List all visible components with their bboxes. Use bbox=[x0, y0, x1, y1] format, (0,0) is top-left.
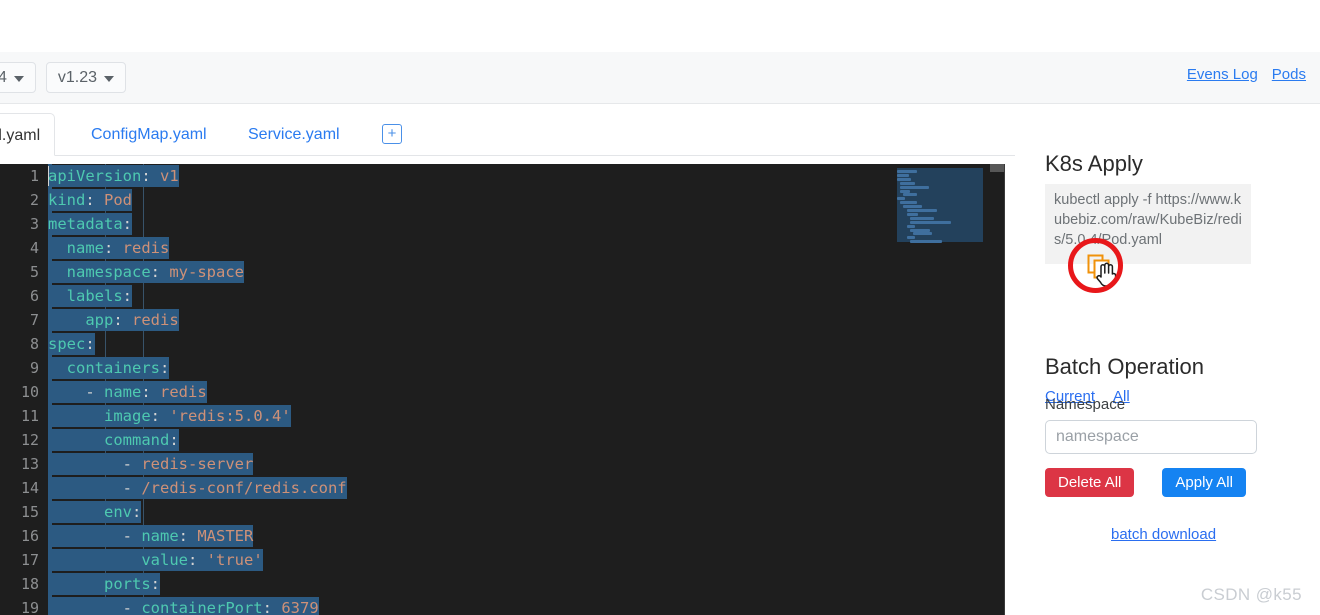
code-line[interactable]: - name: MASTER bbox=[48, 524, 1005, 548]
code-line[interactable]: namespace: my-space bbox=[48, 260, 1005, 284]
scrollbar-thumb[interactable] bbox=[990, 164, 1004, 172]
watermark: CSDN @k55 bbox=[1200, 585, 1302, 604]
minimap-row bbox=[909, 228, 931, 232]
chevron-down-icon bbox=[13, 75, 24, 82]
minimap-row bbox=[900, 189, 911, 193]
line-number: 3 bbox=[29, 215, 39, 233]
editor-vertical-scrollbar[interactable] bbox=[983, 164, 1005, 615]
minimap-row bbox=[909, 220, 951, 224]
code-line[interactable]: spec: bbox=[48, 332, 1005, 356]
line-number: 9 bbox=[29, 359, 39, 377]
minimap-row bbox=[913, 232, 932, 236]
k8s-apply-title: K8s Apply bbox=[1045, 151, 1143, 176]
minimap-row bbox=[903, 205, 923, 209]
line-number: 14 bbox=[20, 479, 39, 497]
k8s-version-dropdown-label: v1.23 bbox=[57, 69, 98, 86]
batch-button-row: Delete All Apply All bbox=[1045, 468, 1246, 497]
browser-blank-area bbox=[0, 0, 1320, 52]
toolbar-links: Evens Log Pods bbox=[1187, 66, 1306, 83]
tab-configmap-yaml-label: ConfigMap.yaml bbox=[91, 126, 207, 143]
line-number: 19 bbox=[20, 599, 39, 615]
code-line[interactable]: ports: bbox=[48, 572, 1005, 596]
editor-minimap[interactable] bbox=[885, 164, 983, 615]
delete-all-button[interactable]: Delete All bbox=[1045, 468, 1135, 497]
code-line[interactable]: name: redis bbox=[48, 236, 1005, 260]
code-line[interactable]: - /redis-conf/redis.conf bbox=[48, 476, 1005, 500]
minimap-row bbox=[906, 224, 915, 228]
editor-line-numbers: 1 2 3 4 5 6 7 8 9 10 11 12 13 14 15 16 17 18 19 bbox=[0, 164, 48, 615]
line-number: 18 bbox=[20, 575, 39, 593]
tab-configmap-yaml[interactable]: ConfigMap.yaml bbox=[77, 113, 221, 156]
app-root: 4 v1.23 Evens Log Pods d.yaml ConfigMap.… bbox=[0, 0, 1320, 615]
minimap-row bbox=[903, 193, 917, 197]
add-tab-button[interactable]: + bbox=[382, 124, 402, 144]
minimap-row bbox=[906, 236, 916, 240]
line-number: 15 bbox=[20, 503, 39, 521]
yaml-code-editor[interactable]: 1 2 3 4 5 6 7 8 9 10 11 12 13 14 15 16 17 18 19 apiVersion… bbox=[0, 164, 1005, 615]
code-line[interactable]: command: bbox=[48, 428, 1005, 452]
code-line[interactable]: - redis-server bbox=[48, 452, 1005, 476]
batch-download-link[interactable]: batch download bbox=[1111, 526, 1216, 543]
minimap-row bbox=[900, 201, 918, 205]
editor-code-content[interactable]: apiVersion: v1 kind: Pod metadata: name: r… bbox=[48, 164, 1005, 615]
tab-service-yaml[interactable]: Service.yaml bbox=[234, 113, 354, 156]
line-number: 12 bbox=[20, 431, 39, 449]
code-line[interactable]: - containerPort: 6379 bbox=[48, 596, 1005, 615]
namespace-label: Namespace bbox=[1045, 396, 1126, 413]
line-number: 17 bbox=[20, 551, 39, 569]
chevron-down-icon bbox=[104, 75, 115, 82]
editor-right-edge bbox=[1004, 164, 1005, 615]
annotation-red-circle bbox=[1068, 238, 1123, 293]
minimap-row bbox=[897, 197, 905, 201]
line-number: 2 bbox=[29, 191, 39, 209]
minimap-row bbox=[900, 181, 916, 185]
plus-icon: + bbox=[387, 125, 397, 142]
pods-link[interactable]: Pods bbox=[1272, 66, 1306, 83]
version-minor-dropdown-label: 4 bbox=[0, 69, 7, 86]
line-number: 6 bbox=[29, 287, 39, 305]
code-line[interactable]: image: 'redis:5.0.4' bbox=[48, 404, 1005, 428]
code-line[interactable]: - name: redis bbox=[48, 380, 1005, 404]
line-number: 1 bbox=[29, 167, 39, 185]
events-log-link[interactable]: Evens Log bbox=[1187, 66, 1258, 83]
code-line[interactable]: value: 'true' bbox=[48, 548, 1005, 572]
toolbar: 4 v1.23 Evens Log Pods bbox=[0, 52, 1320, 104]
line-number: 7 bbox=[29, 311, 39, 329]
minimap-row bbox=[906, 209, 938, 212]
line-number: 11 bbox=[20, 407, 39, 425]
code-line[interactable]: metadata: bbox=[48, 212, 1005, 236]
side-panel: K8s Apply kubectl apply -f https://www.k… bbox=[1016, 104, 1320, 615]
line-number: 5 bbox=[29, 263, 39, 281]
code-line[interactable]: env: bbox=[48, 500, 1005, 524]
toolbar-dropdown-group: 4 v1.23 bbox=[0, 62, 127, 93]
line-number: 4 bbox=[29, 239, 39, 257]
tab-service-yaml-label: Service.yaml bbox=[248, 126, 340, 143]
minimap-row bbox=[909, 216, 934, 220]
version-minor-dropdown[interactable]: 4 bbox=[0, 62, 36, 93]
minimap-row bbox=[906, 212, 919, 216]
code-line[interactable]: app: redis bbox=[48, 308, 1005, 332]
k8s-version-dropdown[interactable]: v1.23 bbox=[45, 62, 127, 93]
line-number: 10 bbox=[20, 383, 39, 401]
minimap-row bbox=[897, 177, 911, 181]
code-line[interactable]: apiVersion: v1 bbox=[48, 164, 1005, 188]
line-number: 8 bbox=[29, 335, 39, 353]
minimap-row bbox=[900, 185, 930, 189]
code-line[interactable]: labels: bbox=[48, 284, 1005, 308]
tab-pod-yaml[interactable]: d.yaml bbox=[0, 113, 56, 156]
code-line[interactable]: containers: bbox=[48, 356, 1005, 380]
namespace-input[interactable] bbox=[1045, 420, 1257, 454]
tab-pod-yaml-label: d.yaml bbox=[0, 127, 41, 144]
line-number: 16 bbox=[20, 527, 39, 545]
minimap-row bbox=[909, 240, 943, 244]
minimap-row bbox=[897, 173, 909, 177]
text-caret bbox=[48, 166, 49, 186]
minimap-row bbox=[897, 170, 918, 173]
batch-operation-title: Batch Operation bbox=[1045, 354, 1204, 379]
apply-all-button[interactable]: Apply All bbox=[1162, 468, 1246, 497]
line-number: 13 bbox=[20, 455, 39, 473]
code-line[interactable]: kind: Pod bbox=[48, 188, 1005, 212]
